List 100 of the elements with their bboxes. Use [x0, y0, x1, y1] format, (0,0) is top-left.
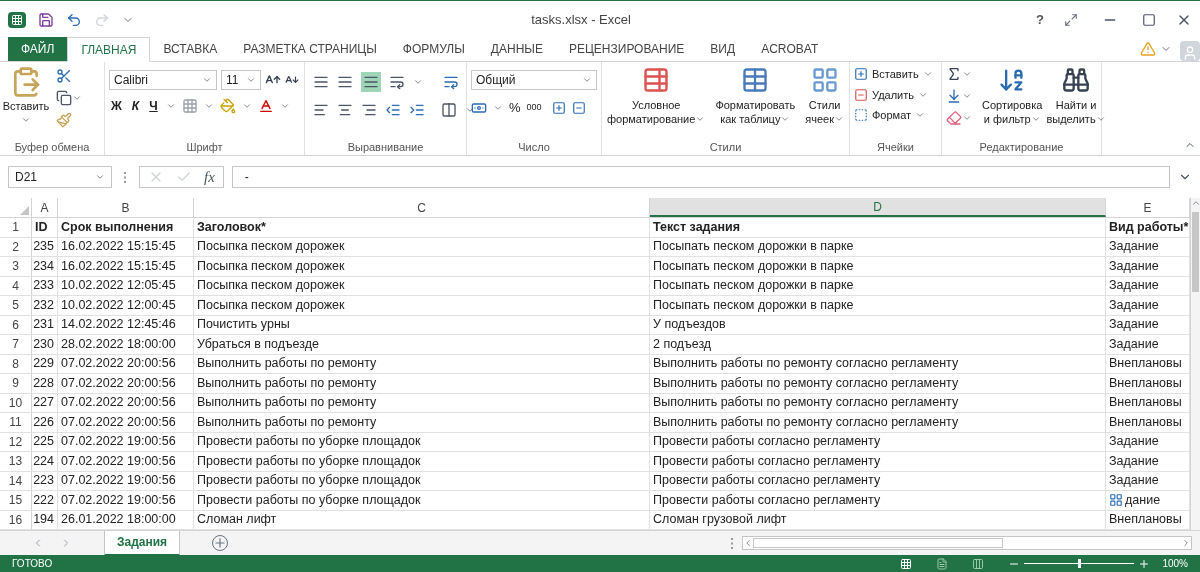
- horizontal-scrollbar[interactable]: [742, 536, 1192, 550]
- sum-icon[interactable]: [946, 66, 962, 82]
- row-header[interactable]: 12: [0, 432, 32, 451]
- italic-button[interactable]: К: [129, 97, 142, 115]
- caret-icon[interactable]: [780, 114, 791, 124]
- underline-button[interactable]: Ч: [147, 97, 160, 115]
- zoom-in-icon[interactable]: [1138, 557, 1151, 570]
- caret-icon[interactable]: [834, 114, 844, 124]
- ribbon-tab[interactable]: ФАЙЛ: [8, 37, 68, 61]
- styles-button[interactable]: Условное форматирование: [607, 66, 706, 139]
- align-right-icon[interactable]: [361, 102, 377, 118]
- scroll-up-icon[interactable]: [1190, 198, 1200, 208]
- redo-icon[interactable]: [94, 11, 110, 28]
- undo-icon[interactable]: [66, 11, 82, 28]
- normal-view-icon[interactable]: [900, 557, 913, 570]
- caret-icon[interactable]: [246, 75, 256, 85]
- borders-icon[interactable]: [181, 98, 198, 114]
- zoom-thumb[interactable]: [1078, 559, 1082, 568]
- row-header[interactable]: 9: [0, 374, 32, 393]
- eraser-icon[interactable]: [946, 110, 962, 126]
- ribbon-tab[interactable]: РАЗМЕТКА СТРАНИЦЫ: [230, 37, 390, 61]
- row-header[interactable]: 10: [0, 393, 32, 412]
- help-button[interactable]: ?: [1028, 9, 1052, 30]
- column-header[interactable]: D: [650, 198, 1106, 217]
- caret-icon[interactable]: [962, 91, 972, 101]
- ribbon-tab[interactable]: ДАННЫЕ: [477, 37, 556, 61]
- row-header[interactable]: 4: [0, 276, 32, 295]
- indent-increase-icon[interactable]: [409, 102, 425, 118]
- font-color-icon[interactable]: [257, 98, 274, 114]
- ribbon-tab[interactable]: ГЛАВНАЯ: [67, 37, 151, 62]
- ribbon-tab[interactable]: ACROBAT: [748, 37, 832, 61]
- caret-icon[interactable]: [202, 75, 212, 85]
- quick-analysis-icon[interactable]: [1109, 493, 1123, 508]
- row-header[interactable]: 16: [0, 510, 32, 529]
- caret-icon[interactable]: [465, 105, 475, 115]
- page-break-icon[interactable]: [972, 557, 985, 570]
- cut-icon[interactable]: [56, 68, 72, 84]
- caret-icon[interactable]: [1030, 114, 1041, 124]
- sort-filter-button[interactable]: Сортировка и фильтр: [982, 66, 1043, 139]
- scroll-right-icon[interactable]: [1181, 538, 1191, 548]
- styles-button[interactable]: Стили ячеек: [805, 66, 844, 139]
- caret-icon[interactable]: [695, 114, 706, 124]
- fill-color-icon[interactable]: [219, 98, 236, 114]
- caret-icon[interactable]: [95, 172, 105, 182]
- bold-button[interactable]: Ж: [109, 97, 124, 115]
- decrease-decimal-icon[interactable]: [571, 100, 586, 115]
- row-header[interactable]: 8: [0, 354, 32, 373]
- scrollbar-thumb[interactable]: [1192, 212, 1199, 292]
- font-size-field[interactable]: 11: [221, 70, 261, 90]
- align-middle-icon[interactable]: [337, 74, 353, 90]
- align-left-icon[interactable]: [313, 102, 329, 118]
- thousands-button[interactable]: 000: [526, 101, 542, 115]
- format-painter-icon[interactable]: [56, 112, 72, 128]
- caret-icon[interactable]: [1095, 114, 1106, 124]
- scroll-left-icon[interactable]: [743, 538, 753, 548]
- fill-icon[interactable]: [946, 88, 962, 104]
- align-bottom-icon[interactable]: [361, 72, 381, 92]
- insert-function-button[interactable]: fx: [204, 165, 215, 189]
- zoom-slider[interactable]: [1024, 559, 1135, 568]
- caret-icon[interactable]: [72, 93, 82, 103]
- indent-decrease-icon[interactable]: [385, 102, 401, 118]
- row-header[interactable]: 11: [0, 413, 32, 432]
- orientation-icon[interactable]: [389, 74, 405, 90]
- column-header[interactable]: B: [58, 198, 194, 217]
- ribbon-tab[interactable]: РЕЦЕНЗИРОВАНИЕ: [555, 37, 698, 61]
- name-box[interactable]: D21: [8, 166, 112, 188]
- maximize-icon[interactable]: [1142, 12, 1156, 27]
- caret-icon[interactable]: [413, 77, 423, 87]
- row-header[interactable]: 3: [0, 257, 32, 276]
- copy-icon[interactable]: [56, 90, 72, 106]
- warning-icon[interactable]: [1140, 41, 1156, 57]
- row-header[interactable]: 1: [0, 218, 32, 237]
- avatar-icon[interactable]: [1180, 41, 1200, 61]
- align-center-icon[interactable]: [337, 102, 353, 118]
- font-name-field[interactable]: Calibri: [109, 70, 217, 90]
- ribbon-tab[interactable]: ВИД: [697, 37, 749, 61]
- paste-button[interactable]: Вставить: [2, 66, 50, 115]
- page-layout-icon[interactable]: [936, 557, 949, 570]
- align-top-icon[interactable]: [313, 74, 329, 90]
- wrap-text-icon[interactable]: [443, 74, 459, 90]
- ribbon-tab[interactable]: ФОРМУЛЫ: [389, 37, 478, 61]
- styles-button[interactable]: Форматировать как таблицу: [715, 66, 796, 139]
- cells-button[interactable]: Вставить: [854, 66, 933, 83]
- vertical-scrollbar[interactable]: [1190, 198, 1200, 530]
- row-header[interactable]: 14: [0, 471, 32, 490]
- caret-icon[interactable]: [165, 101, 176, 111]
- number-format-field[interactable]: Общий: [471, 70, 597, 90]
- merge-icon[interactable]: [441, 102, 457, 118]
- row-header[interactable]: 2: [0, 237, 32, 256]
- caret-icon[interactable]: [962, 69, 972, 79]
- cells-button[interactable]: Формат: [854, 107, 933, 124]
- caret-icon[interactable]: [279, 101, 290, 111]
- caret-icon[interactable]: [582, 75, 592, 85]
- row-header[interactable]: 13: [0, 452, 32, 471]
- row-header[interactable]: 7: [0, 335, 32, 354]
- formula-field[interactable]: -: [231, 166, 1170, 188]
- ribbon-display-icon[interactable]: [1064, 12, 1078, 27]
- row-header[interactable]: 6: [0, 315, 32, 334]
- row-header[interactable]: 5: [0, 296, 32, 315]
- caret-icon[interactable]: [203, 101, 214, 111]
